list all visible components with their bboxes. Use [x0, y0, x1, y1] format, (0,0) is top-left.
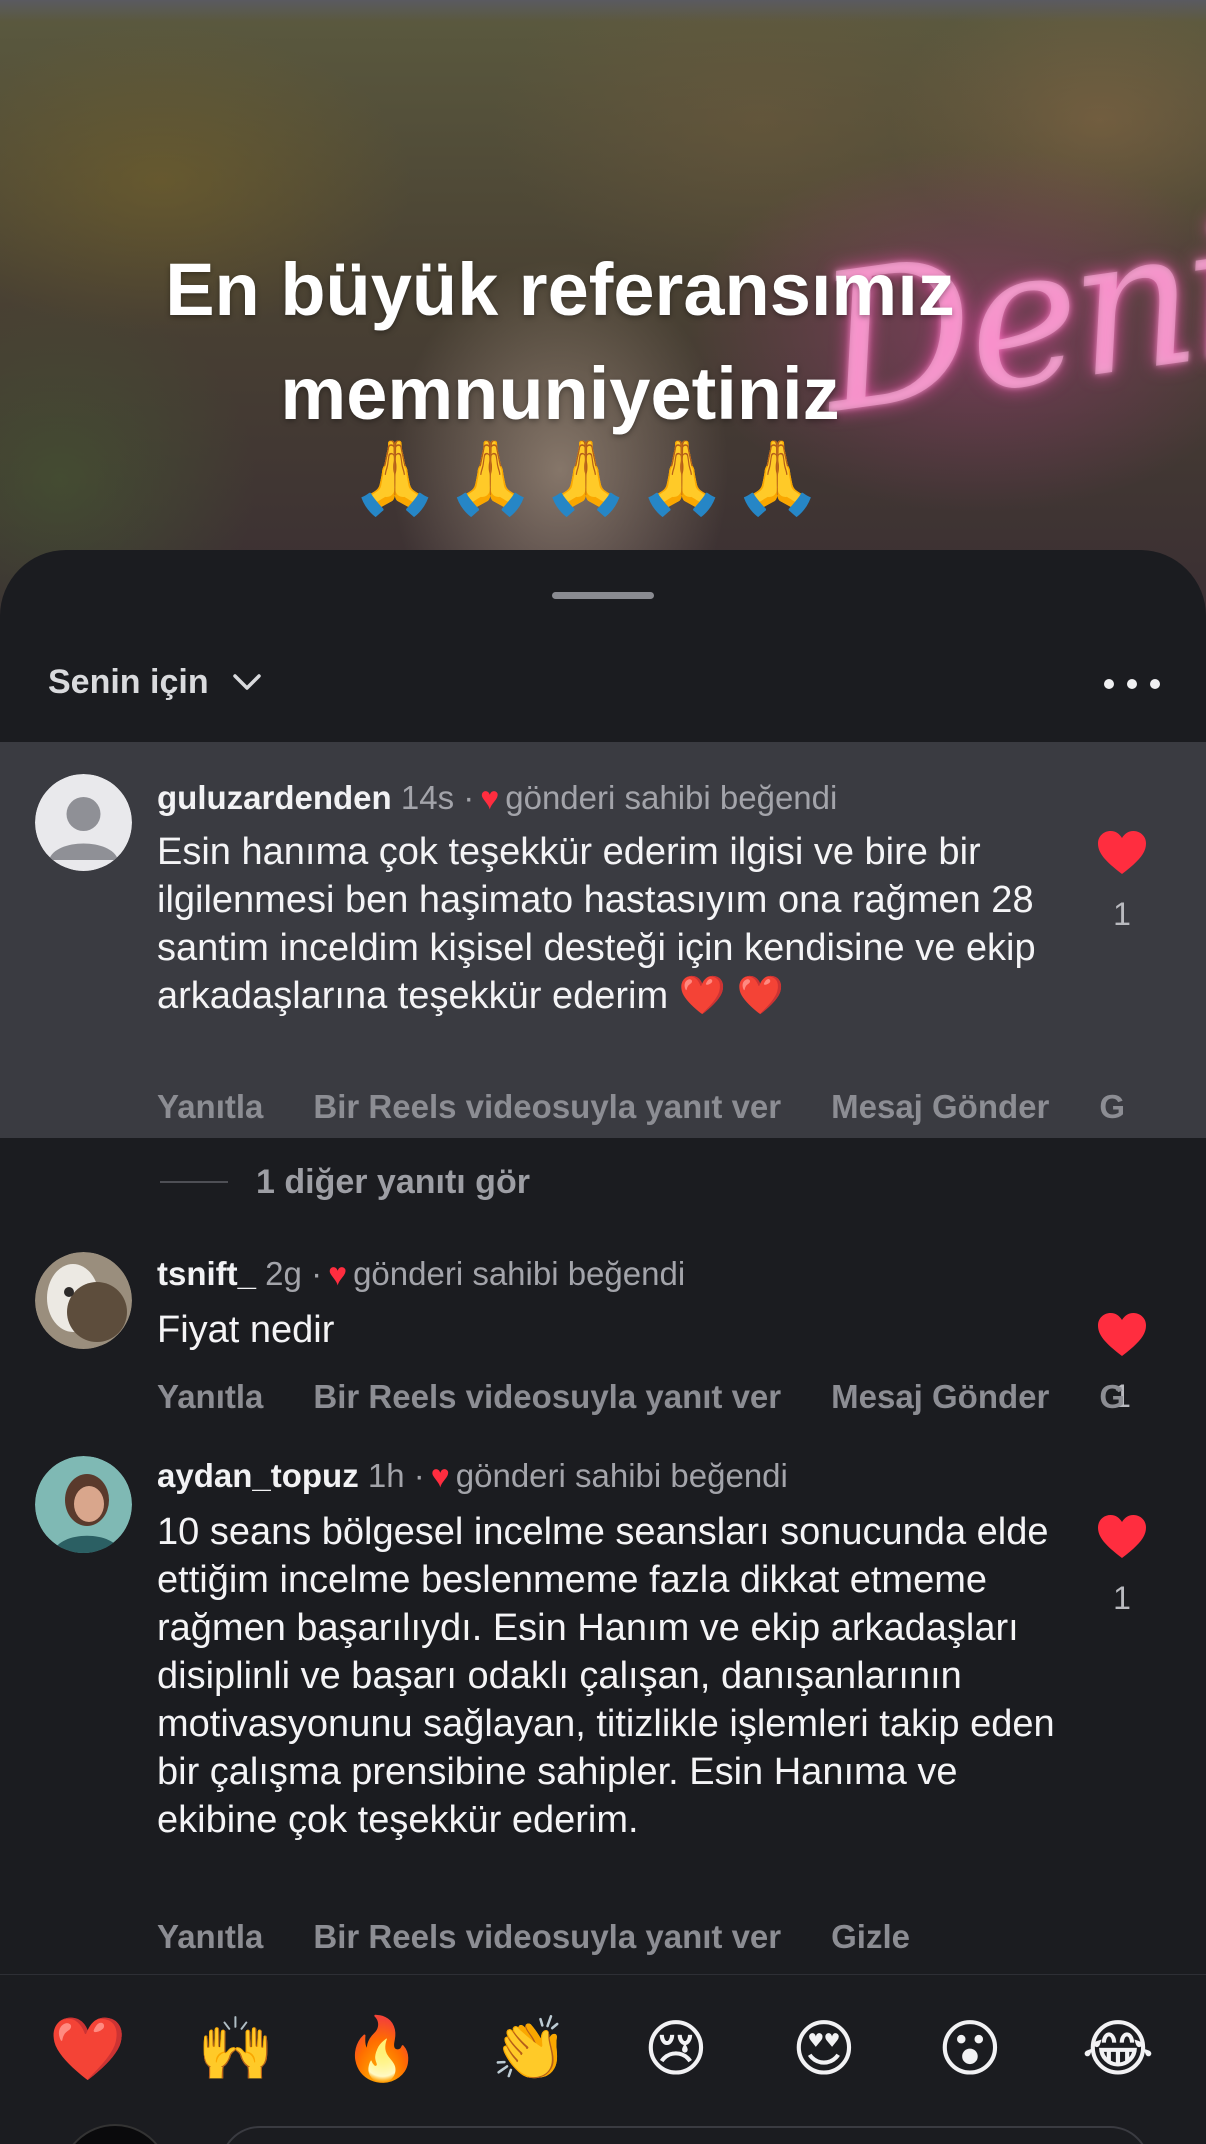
comment-item[interactable]: tsnift_ 2g · ♥ gönderi sahibi beğendi Fiya… [0, 1222, 1206, 1442]
heart-icon [1098, 1515, 1146, 1558]
heart-icon: ♥ [430, 1458, 450, 1494]
reaction-raised-hands[interactable]: 🙌 [196, 2009, 276, 2089]
caption-line-1: En büyük referansımız [165, 248, 955, 331]
caption-line-2: memnuniyetiniz [280, 352, 840, 435]
like-button[interactable]: 1 [1096, 830, 1148, 933]
reaction-clap[interactable]: 👏 [490, 2009, 570, 2089]
meta-separator: · [413, 1457, 425, 1494]
reaction-laughing[interactable]: 😂 [1078, 2009, 1158, 2089]
pray-emoji: 🙏 [636, 435, 733, 519]
reply-button[interactable]: Yanıtla [157, 1378, 263, 1415]
comment-item[interactable]: aydan_topuz 1h · ♥ gönderi sahibi beğendi … [0, 1452, 1206, 1972]
sheet-grabber-handle[interactable] [552, 592, 654, 599]
comment-time: 14s [400, 779, 455, 816]
like-count: 1 [1113, 896, 1131, 932]
comment-meta: aydan_topuz 1h · ♥ gönderi sahibi beğendi [157, 1454, 788, 1498]
send-message-button[interactable]: Mesaj Gönder [831, 1088, 1049, 1125]
liked-by-author: gönderi sahibi beğendi [455, 1457, 788, 1494]
more-action-button[interactable]: G [1099, 1378, 1125, 1415]
send-message-button[interactable]: Mesaj Gönder [831, 1378, 1049, 1415]
comment-username[interactable]: guluzardenden [157, 779, 392, 816]
user-avatar[interactable] [35, 1252, 132, 1349]
pray-emoji-row: 🙏🙏🙏🙏🙏 [350, 435, 828, 520]
meta-separator: · [463, 779, 475, 816]
see-more-replies-label: 1 diğer yanıtı gör [256, 1162, 530, 1201]
comment-actions: Yanıtla Bir Reels videosuyla yanıt ver Giz… [157, 1918, 960, 1956]
heart-icon [1098, 831, 1146, 874]
liked-by-author: gönderi sahibi beğendi [505, 779, 838, 816]
replies-divider [160, 1181, 228, 1183]
reels-reply-button[interactable]: Bir Reels videosuyla yanıt ver [313, 1378, 781, 1415]
more-action-button[interactable]: G [1099, 1088, 1125, 1125]
comment-meta: tsnift_ 2g · ♥ gönderi sahibi beğendi [157, 1252, 685, 1296]
comment-username[interactable]: aydan_topuz [157, 1457, 359, 1494]
quick-reaction-bar: ❤️ 🙌 🔥 👏 😢 😍 😮 😂 [0, 1974, 1206, 2124]
sort-label: Senin için [48, 662, 209, 701]
heart-icon: ♥ [328, 1256, 348, 1292]
heart-icon: ♥ [480, 780, 500, 816]
reply-button[interactable]: Yanıtla [157, 1918, 263, 1955]
comment-meta: guluzardenden 14s · ♥ gönderi sahibi beğen… [157, 776, 837, 820]
comment-actions: Yanıtla Bir Reels videosuyla yanıt ver Mes… [157, 1378, 1175, 1416]
more-dots-icon[interactable] [1104, 664, 1160, 704]
pray-emoji: 🙏 [732, 435, 829, 519]
reply-button[interactable]: Yanıtla [157, 1088, 263, 1125]
user-avatar[interactable] [35, 1456, 132, 1553]
reaction-fire[interactable]: 🔥 [342, 2009, 422, 2089]
reaction-crying[interactable]: 😢 [636, 2009, 716, 2089]
reels-reply-button[interactable]: Bir Reels videosuyla yanıt ver [313, 1918, 781, 1955]
liked-by-author: gönderi sahibi beğendi [353, 1255, 686, 1292]
dot [1127, 679, 1137, 689]
reaction-heart-eyes[interactable]: 😍 [784, 2009, 864, 2089]
video-caption-overlay: En büyük referansımız memnuniyetiniz [0, 238, 1120, 446]
heart-icon [1098, 1313, 1146, 1356]
comment-item[interactable]: guluzardenden 14s · ♥ gönderi sahibi beğen… [0, 742, 1206, 1138]
reaction-heart[interactable]: ❤️ [48, 2009, 128, 2089]
reaction-surprised[interactable]: 😮 [930, 2009, 1010, 2089]
comment-text: 10 seans bölgesel incelme seansları sonu… [157, 1511, 1055, 1841]
see-more-replies-button[interactable]: 1 diğer yanıtı gör [160, 1160, 530, 1204]
pray-emoji: 🙏 [445, 435, 542, 519]
pray-emoji: 🙏 [541, 435, 637, 519]
pray-emoji: 🙏 [350, 435, 446, 519]
reels-reply-button[interactable]: Bir Reels videosuyla yanıt ver [313, 1088, 781, 1125]
comment-text: Esin hanıma çok teşekkür ederim ilgisi v… [157, 831, 1036, 1017]
comment-time: 2g [265, 1255, 302, 1292]
dot [1104, 679, 1114, 689]
dot [1150, 679, 1160, 689]
meta-separator: · [311, 1255, 323, 1292]
comment-time: 1h [367, 1457, 405, 1494]
hide-button[interactable]: Gizle [831, 1918, 910, 1955]
like-button[interactable]: 1 [1096, 1514, 1148, 1617]
chevron-down-icon [227, 662, 267, 702]
sort-selector[interactable]: Senin için [48, 660, 267, 704]
comment-actions: Yanıtla Bir Reels videosuyla yanıt ver Mes… [157, 1088, 1175, 1126]
video-top-shade [0, 0, 1206, 22]
like-count: 1 [1113, 1580, 1131, 1616]
comment-username[interactable]: tsnift_ [157, 1255, 256, 1292]
comment-input[interactable] [220, 2126, 1150, 2144]
default-avatar-icon[interactable] [35, 774, 132, 871]
comment-text: Fiyat nedir [157, 1309, 335, 1351]
